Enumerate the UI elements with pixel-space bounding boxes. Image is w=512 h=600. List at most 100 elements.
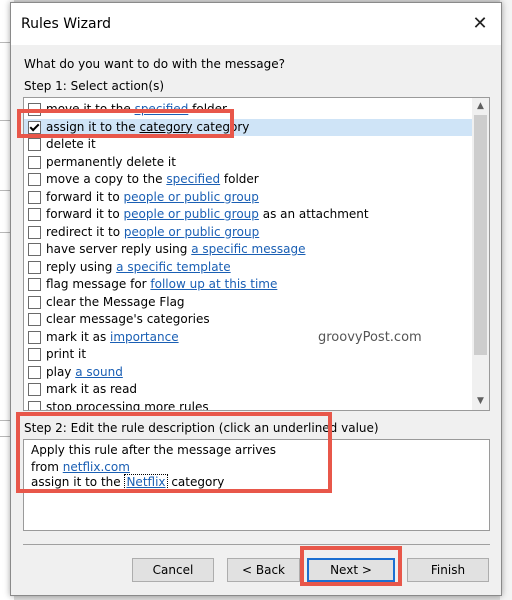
action-row[interactable]: permanently delete it [24, 154, 473, 171]
close-icon[interactable]: ✕ [465, 10, 495, 38]
action-text: category [192, 119, 250, 134]
action-text: clear message's categories [46, 312, 210, 326]
action-link[interactable]: people or public group [124, 190, 259, 204]
action-text: play [46, 364, 76, 379]
action-label: stop processing more rules [46, 399, 209, 411]
sender-link[interactable]: netflix.com [63, 460, 130, 474]
action-row[interactable]: delete it [24, 136, 473, 153]
action-row[interactable]: flag message for follow up at this time [24, 276, 473, 293]
action-row[interactable]: mark it as read [24, 381, 473, 398]
action-label: play a sound [46, 365, 123, 379]
checkbox-icon[interactable] [28, 295, 41, 309]
checkbox-icon[interactable] [28, 313, 41, 326]
action-label: clear the Message Flag [46, 295, 185, 309]
actions-list[interactable]: stop processing more rules mark it as rea… [23, 97, 490, 411]
checkbox-icon[interactable] [28, 383, 41, 396]
action-row[interactable]: forward it to people or public group as … [24, 206, 473, 223]
action-label: mark it as read [46, 382, 137, 396]
action-text: clear the Message Flag [46, 294, 185, 309]
action-row[interactable]: move a copy to the specified folder [24, 171, 473, 188]
question-label: What do you want to do with the message? [24, 57, 285, 71]
step2-label: Step 2: Edit the rule description (click… [24, 421, 379, 435]
action-label: clear message's categories [46, 312, 210, 326]
action-label: forward it to people or public group as … [46, 207, 369, 221]
scroll-thumb[interactable] [474, 115, 487, 355]
action-row[interactable]: clear message's categories [24, 311, 473, 328]
actions-scrollbar[interactable]: ▲ ▼ [472, 98, 489, 410]
action-label: have server reply using a specific messa… [46, 242, 305, 256]
action-row[interactable]: clear the Message Flag [24, 294, 473, 311]
action-link[interactable]: follow up at this time [150, 277, 277, 291]
next-button[interactable]: Next > [307, 558, 395, 582]
action-text: assign it to the [46, 119, 140, 134]
scroll-down-icon[interactable]: ▼ [472, 393, 489, 410]
window-title: Rules Wizard [21, 16, 111, 32]
action-row[interactable]: stop processing more rules [24, 399, 473, 411]
checkbox-icon[interactable] [28, 138, 41, 151]
action-text: permanently delete it [46, 154, 176, 169]
action-row[interactable]: assign it to the category category [24, 118, 473, 136]
action-label: permanently delete it [46, 155, 176, 169]
checkbox-icon[interactable] [28, 348, 41, 361]
scroll-up-icon[interactable]: ▲ [472, 98, 489, 115]
watermark: groovyPost.com [318, 330, 422, 345]
description-category-text: category [167, 475, 225, 489]
action-text: as an attachment [258, 207, 369, 221]
description-assign-text: assign it to the [31, 475, 125, 489]
checkbox-icon[interactable] [28, 173, 41, 186]
action-row[interactable]: have server reply using a specific messa… [24, 241, 473, 258]
action-link[interactable]: people or public group [124, 207, 259, 221]
action-link[interactable]: a specific message [191, 242, 305, 256]
checkbox-icon[interactable] [28, 278, 41, 291]
action-label: reply using a specific template [46, 260, 231, 274]
action-link[interactable]: a specific template [116, 260, 231, 274]
checkbox-icon[interactable] [28, 400, 41, 410]
action-label: flag message for follow up at this time [46, 277, 277, 291]
action-label: move it to the specified folder [46, 102, 227, 116]
action-label: print it [46, 347, 86, 361]
action-row[interactable]: reply using a specific template [24, 259, 473, 276]
action-text: mark it as [46, 329, 111, 344]
action-label: assign it to the category category [46, 120, 249, 134]
checkbox-icon[interactable] [28, 103, 41, 116]
action-text: reply using [46, 259, 117, 274]
action-text: forward it to [46, 207, 124, 221]
action-text: move it to the [46, 102, 135, 116]
action-text: flag message for [46, 277, 151, 291]
step1-label: Step 1: Select action(s) [24, 79, 165, 93]
action-link[interactable]: a sound [75, 365, 123, 379]
action-text: mark it as read [46, 382, 138, 396]
action-row[interactable]: play a sound [24, 364, 473, 381]
action-text: stop processing more rules [46, 399, 209, 411]
checkbox-icon[interactable] [28, 260, 41, 274]
checkbox-icon[interactable] [28, 155, 41, 169]
action-text: delete it [46, 137, 96, 151]
checkbox-icon[interactable] [28, 330, 41, 344]
action-label: move a copy to the specified folder [46, 172, 259, 186]
action-link[interactable]: importance [110, 330, 179, 344]
description-line-1: Apply this rule after the message arrive… [31, 443, 277, 457]
action-text: move a copy to the [46, 172, 167, 186]
checkbox-icon[interactable] [28, 208, 41, 221]
action-link[interactable]: specified [166, 172, 220, 186]
action-link[interactable]: category [139, 120, 192, 134]
cancel-button[interactable]: Cancel [132, 558, 214, 582]
action-row[interactable]: print it [24, 346, 473, 363]
action-link[interactable]: people or public group [124, 225, 259, 239]
title-bar: Rules Wizard ✕ [11, 3, 501, 45]
description-from-text: from [31, 460, 63, 474]
category-link[interactable]: Netflix [124, 474, 168, 490]
action-row[interactable]: move it to the specified folder [24, 101, 473, 118]
action-row[interactable]: forward it to people or public group [24, 189, 473, 206]
finish-button[interactable]: Finish [407, 558, 489, 582]
checkbox-icon[interactable] [28, 243, 41, 256]
rule-description-box: Apply this rule after the message arrive… [23, 439, 490, 531]
checkbox-icon[interactable] [28, 120, 41, 134]
action-row[interactable]: redirect it to people or public group [24, 224, 473, 241]
action-label: forward it to people or public group [46, 190, 259, 204]
back-button[interactable]: < Back [227, 558, 300, 582]
action-link[interactable]: specified [135, 102, 189, 116]
checkbox-icon[interactable] [28, 365, 41, 379]
checkbox-icon[interactable] [28, 225, 41, 239]
checkbox-icon[interactable] [28, 190, 41, 204]
